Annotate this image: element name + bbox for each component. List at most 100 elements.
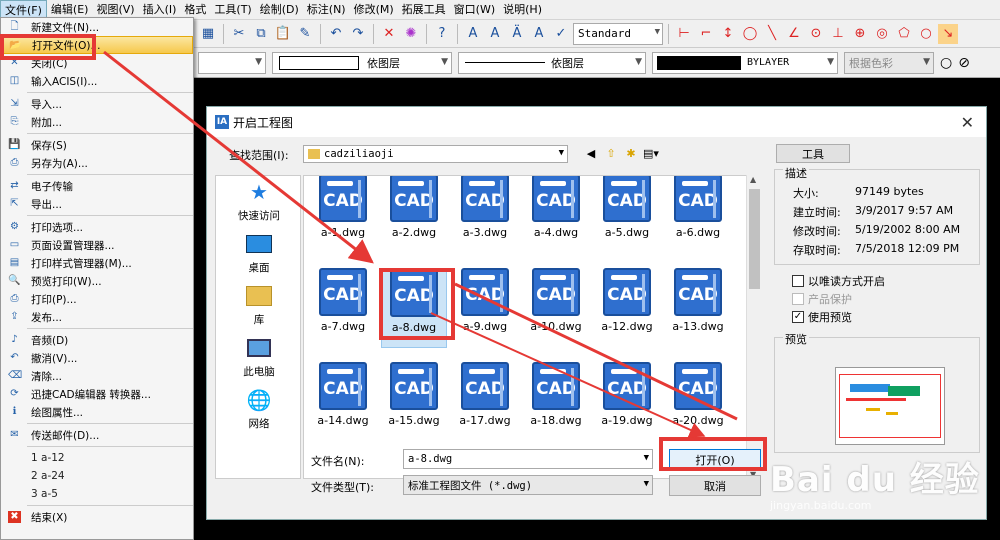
dim-diagonal-icon[interactable]: ╲ (762, 24, 782, 44)
menu-dimension[interactable]: 标注(N) (303, 0, 350, 20)
dim-baseline-icon[interactable]: ⊥ (828, 24, 848, 44)
file-menu-item[interactable]: 3 a-5 (1, 485, 193, 503)
dim-center-icon[interactable]: ⊙ (806, 24, 826, 44)
file-item[interactable]: CAD a-5.dwg (594, 176, 660, 254)
plotstyle-dropdown[interactable]: 根据色彩 ▼ (844, 51, 934, 74)
menu-draw[interactable]: 绘制(D) (256, 0, 303, 20)
file-item[interactable]: CAD a-8.dwg (381, 268, 447, 348)
file-item[interactable]: CAD a-14.dwg (310, 362, 376, 442)
match-properties-icon[interactable]: ✎ (295, 24, 315, 44)
file-item[interactable]: CAD a-2.dwg (381, 176, 447, 254)
file-menu-item[interactable]: 🗋 新建文件(N)... (1, 18, 193, 36)
text-a2-icon[interactable]: A (485, 24, 505, 44)
back-icon[interactable]: ◀ (583, 145, 599, 161)
color-dropdown[interactable]: 依图层 ▼ (272, 51, 452, 74)
text-edit-icon[interactable]: Ä (507, 24, 527, 44)
cancel-button[interactable]: 取消 (669, 475, 761, 496)
file-menu-item[interactable]: 2 a-24 (1, 467, 193, 485)
file-item[interactable]: CAD a-9.dwg (452, 268, 518, 348)
layer-dropdown[interactable]: ▼ (198, 51, 266, 74)
file-menu-item[interactable]: ℹ 绘图属性... (1, 403, 193, 421)
file-item[interactable]: CAD a-3.dwg (452, 176, 518, 254)
file-menu-item[interactable]: ✖ 结束(X) (1, 508, 193, 526)
delete-icon[interactable]: ✕ (379, 24, 399, 44)
file-item[interactable]: CAD a-13.dwg (665, 268, 731, 348)
snap-icon[interactable]: ⊘ (958, 55, 970, 71)
file-item[interactable]: CAD a-4.dwg (523, 176, 589, 254)
dim-radius-icon[interactable]: ◯ (740, 24, 760, 44)
file-menu-item[interactable]: ⌫ 清除... (1, 367, 193, 385)
file-menu-item[interactable]: 📂 打开文件(O)... (1, 36, 193, 54)
dim-edit-icon[interactable]: ↘ (938, 23, 958, 44)
dim-angle-icon[interactable]: ∠ (784, 24, 804, 44)
protect-checkbox[interactable]: 产品保护 (792, 291, 852, 307)
file-item[interactable]: CAD a-19.dwg (594, 362, 660, 442)
place-network[interactable]: 🌐 网络 (216, 388, 302, 431)
up-folder-icon[interactable]: ⇧ (603, 145, 619, 161)
scroll-up-icon[interactable]: ▲ (750, 175, 756, 184)
explode-icon[interactable]: ✺ (401, 24, 421, 44)
file-item[interactable]: CAD a-10.dwg (523, 268, 589, 348)
file-menu-item[interactable]: ⎘ 附加... (1, 113, 193, 131)
file-menu-item[interactable]: 1 a-12 (1, 449, 193, 467)
file-menu-item[interactable]: 🔍 预览打印(W)... (1, 272, 193, 290)
dim-extra-icon[interactable]: ○ (916, 24, 936, 44)
file-item[interactable]: CAD a-17.dwg (452, 362, 518, 442)
file-menu-item[interactable]: ⎙ 另存为(A)... (1, 154, 193, 172)
text-style-icon[interactable]: A (529, 24, 549, 44)
file-menu-item[interactable]: ⇪ 发布... (1, 308, 193, 326)
place-quick-access[interactable]: ★ 快速访问 (216, 180, 302, 223)
place-this-pc[interactable]: 此电脑 (216, 336, 302, 379)
redo-icon[interactable]: ↷ (348, 24, 368, 44)
circle-icon[interactable]: ○ (940, 55, 952, 71)
dim-ordinate-icon[interactable]: ⌐ (696, 24, 716, 44)
file-menu-item[interactable]: ▤ 打印样式管理器(M)... (1, 254, 193, 272)
tools-button[interactable]: 工具 (776, 144, 850, 163)
use-preview-checkbox[interactable]: ✓ 使用预览 (792, 309, 852, 325)
file-menu-item[interactable]: ↶ 撤消(V)... (1, 349, 193, 367)
file-menu-item[interactable]: 💾 保存(S) (1, 136, 193, 154)
file-menu-item[interactable]: ♪ 音频(D) (1, 331, 193, 349)
paste-icon[interactable]: 📋 (273, 24, 293, 44)
help-icon[interactable]: ? (432, 24, 452, 44)
file-menu-item[interactable]: ◫ 输入ACIS(I)... (1, 72, 193, 90)
undo-icon[interactable]: ↶ (326, 24, 346, 44)
file-item[interactable]: CAD a-20.dwg (665, 362, 731, 442)
menu-extend-tools[interactable]: 拓展工具 (398, 0, 450, 20)
close-icon[interactable]: ✕ (961, 113, 974, 132)
readonly-checkbox[interactable]: 以唯读方式开启 (792, 273, 885, 289)
spell-check-icon[interactable]: ✓ (551, 24, 571, 44)
menu-window[interactable]: 窗口(W) (450, 0, 499, 20)
file-item[interactable]: CAD a-6.dwg (665, 176, 731, 254)
lineweight-dropdown[interactable]: BYLAYER ▼ (652, 51, 838, 74)
scroll-thumb[interactable] (749, 189, 760, 289)
dim-leader-icon[interactable]: ◎ (872, 24, 892, 44)
file-menu-item[interactable]: ⟳ 迅捷CAD编辑器 转换器... (1, 385, 193, 403)
grid-icon[interactable]: ▦ (198, 24, 218, 44)
file-menu-item[interactable]: ⚙ 打印选项... (1, 218, 193, 236)
file-item[interactable]: CAD a-18.dwg (523, 362, 589, 442)
menu-help[interactable]: 说明(H) (499, 0, 546, 20)
file-menu-item[interactable]: ⇄ 电子传输 (1, 177, 193, 195)
menu-tools[interactable]: 工具(T) (210, 0, 255, 20)
menu-modify[interactable]: 修改(M) (350, 0, 398, 20)
view-menu-icon[interactable]: ▤▾ (643, 145, 659, 161)
file-menu-item[interactable]: ⎙ 打印(P)... (1, 290, 193, 308)
dim-arc-icon[interactable]: ⬠ (894, 24, 914, 44)
filetype-select[interactable]: 标准工程图文件 (*.dwg) ▼ (403, 475, 653, 495)
lookin-select[interactable]: cadziliaoji ▼ (303, 145, 568, 163)
file-item[interactable]: CAD a-15.dwg (381, 362, 447, 442)
text-style-select[interactable]: Standard ▼ (573, 22, 663, 45)
open-button[interactable]: 打开(O) (669, 449, 761, 470)
linetype-dropdown[interactable]: 依图层 ▼ (458, 51, 646, 74)
file-list-scrollbar[interactable]: ▲▼ (746, 175, 761, 479)
file-item[interactable]: CAD a-7.dwg (310, 268, 376, 348)
new-folder-icon[interactable]: ✱ (623, 145, 639, 161)
text-a-icon[interactable]: A (463, 24, 483, 44)
file-menu-item[interactable]: ⇱ 导出... (1, 195, 193, 213)
filename-input[interactable]: a-8.dwg ▼ (403, 449, 653, 469)
file-item[interactable]: CAD a-1.dwg (310, 176, 376, 254)
copy-icon[interactable]: ⧉ (251, 24, 271, 44)
dim-tolerance-icon[interactable]: ⊕ (850, 24, 870, 44)
place-desktop[interactable]: 桌面 (216, 232, 302, 275)
